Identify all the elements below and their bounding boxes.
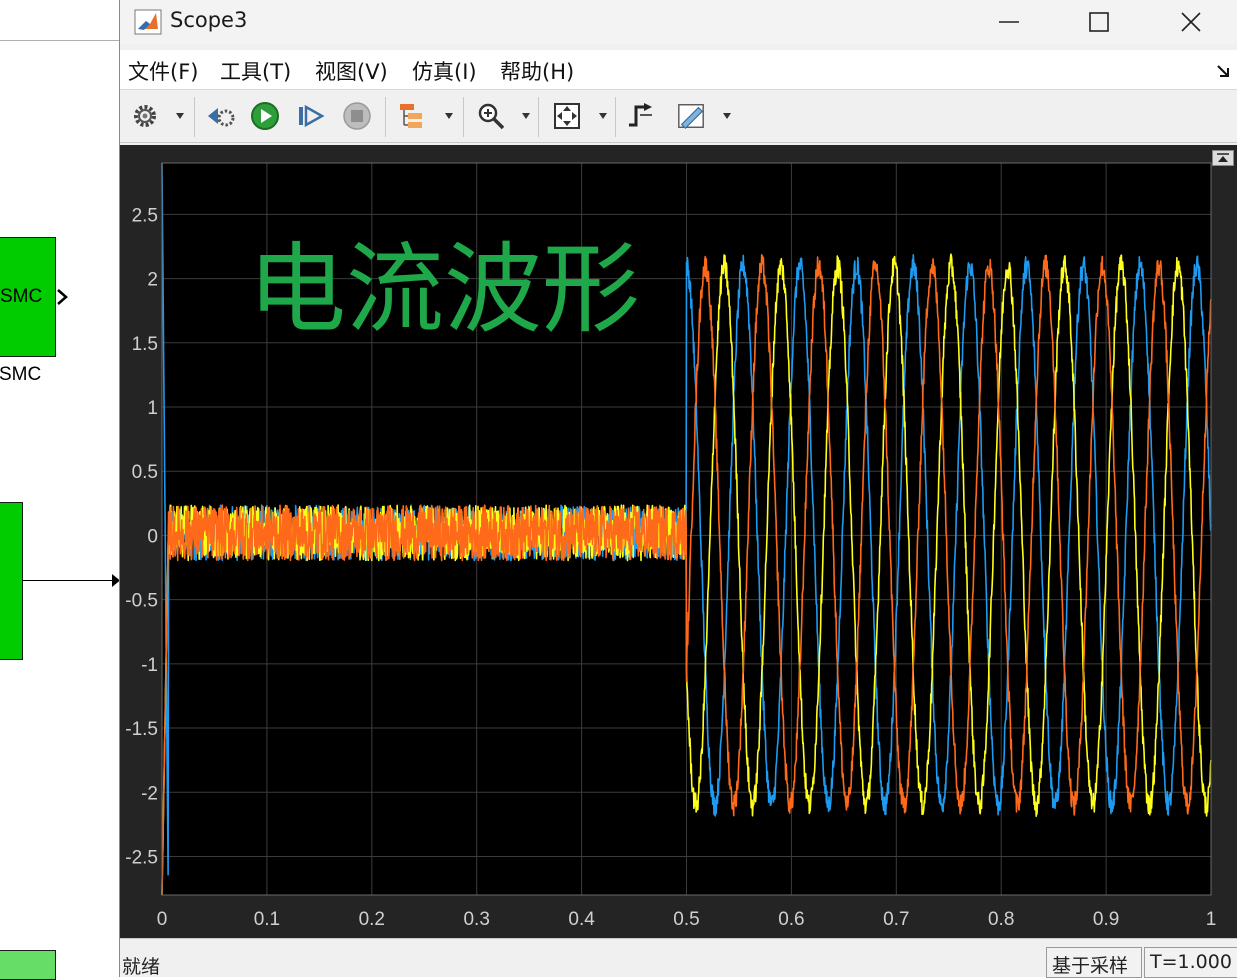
x-tick-label: 0.1: [254, 909, 280, 930]
minimize-button[interactable]: [986, 0, 1032, 44]
maximize-icon: [1089, 12, 1109, 32]
sampling-mode: 基于采样: [1046, 947, 1142, 978]
scope-display[interactable]: 0 0.1 0.2 0.3 0.4 0.5 0.6 0.7 0.8 0.9 1 2.5 2 1.5 1 0.5…: [120, 145, 1237, 938]
menu-bar: 文件(F) 工具(T) 视图(V) 仿真(I) 帮助(H): [120, 50, 1237, 90]
title-bar[interactable]: Scope3: [120, 0, 1237, 44]
step-back-icon: [208, 108, 235, 127]
scope-plot[interactable]: 0 0.1 0.2 0.3 0.4 0.5 0.6 0.7 0.8 0.9 1 2.5 2 1.5 1 0.5…: [120, 145, 1237, 938]
toolbar-separator: [463, 97, 464, 137]
zoom-in-button[interactable]: [476, 101, 506, 131]
x-tick-label: 0.7: [883, 909, 909, 930]
y-tick-label: 1: [147, 398, 158, 419]
expand-icon: [1217, 153, 1229, 162]
x-tick-label: 0.8: [988, 909, 1014, 930]
settings-button[interactable]: [130, 101, 160, 131]
plot-annotation: 电流波形: [248, 233, 640, 347]
x-tick-label: 1: [1206, 909, 1217, 930]
x-tick-label: 0.5: [673, 909, 699, 930]
x-tick-label: 0.4: [568, 909, 595, 930]
measurements-dropdown-icon[interactable]: [723, 113, 731, 119]
stop-button[interactable]: [342, 101, 372, 131]
status-text: 就绪: [122, 956, 161, 978]
y-tick-label: -1.5: [125, 719, 158, 740]
fit-to-view-icon: [554, 103, 580, 129]
x-tick-label: 0.9: [1093, 909, 1119, 930]
menu-tools[interactable]: 工具(T): [220, 56, 291, 86]
smc-block-label: SMC: [0, 286, 43, 307]
signal-dropdown-icon[interactable]: [445, 113, 453, 119]
scope-window: Scope3 文件(F) 工具(T) 视图(V) 仿真(I) 帮助(H) 0 0…: [119, 0, 1237, 978]
menu-simulation[interactable]: 仿真(I): [412, 56, 477, 86]
step-forward-icon: [299, 104, 325, 128]
canvas-divider: [0, 40, 119, 41]
x-tick-label: 0.3: [463, 909, 489, 930]
toolbar-separator: [538, 97, 539, 137]
signal-line[interactable]: [23, 580, 119, 581]
fit-to-view-button[interactable]: [552, 101, 582, 131]
y-tick-label: 2: [147, 270, 158, 291]
fit-dropdown-icon[interactable]: [599, 113, 607, 119]
y-tick-label: 0: [147, 526, 158, 547]
window-title: Scope3: [170, 8, 248, 32]
measurements-icon: [678, 104, 704, 129]
settings-dropdown-icon[interactable]: [176, 113, 184, 119]
expand-toolstrip-button[interactable]: [1212, 150, 1234, 166]
minimize-icon: [999, 21, 1019, 23]
step-back-button[interactable]: [206, 101, 236, 131]
simulation-time: T=1.000: [1144, 947, 1237, 978]
model-canvas: SMC SMC: [0, 0, 120, 980]
menu-file[interactable]: 文件(F): [128, 56, 198, 86]
matlab-icon: [134, 9, 162, 35]
toolbar-separator: [615, 97, 616, 137]
toolbar: [120, 91, 1237, 143]
stop-icon: [343, 102, 371, 130]
status-bar: 就绪 基于采样 T=1.000: [120, 938, 1237, 978]
settings-icon: [134, 105, 156, 127]
zoom-dropdown-icon[interactable]: [522, 113, 530, 119]
smc-block[interactable]: SMC: [0, 237, 56, 357]
subsystem-block[interactable]: [0, 502, 23, 660]
signal-hierarchy-icon: [400, 104, 422, 128]
toolbar-separator: [194, 97, 195, 137]
y-tick-label: -0.5: [125, 591, 158, 612]
y-tick-label: 1.5: [132, 334, 158, 355]
measurements-button[interactable]: [676, 101, 706, 131]
menu-view[interactable]: 视图(V): [315, 56, 388, 86]
x-tick-label: 0.2: [359, 909, 385, 930]
x-tick-label: 0.6: [778, 909, 804, 930]
close-icon: [1181, 12, 1201, 32]
toolbar-separator: [385, 97, 386, 137]
y-tick-label: -1: [141, 655, 158, 676]
run-icon: [251, 102, 279, 130]
y-tick-label: 2.5: [132, 205, 158, 226]
y-tick-label: 0.5: [132, 462, 158, 483]
zoom-in-icon: [478, 103, 505, 130]
y-tick-label: -2: [141, 783, 158, 804]
menu-help[interactable]: 帮助(H): [500, 56, 574, 86]
close-button[interactable]: [1168, 0, 1214, 44]
output-port-icon: [57, 289, 68, 305]
signal-hierarchy-button[interactable]: [398, 101, 428, 131]
step-forward-button[interactable]: [296, 101, 326, 131]
dock-icon[interactable]: [1216, 64, 1230, 78]
smc-block-name: SMC: [0, 364, 42, 385]
x-tick-label: 0: [157, 909, 168, 930]
triggers-icon: [629, 103, 652, 127]
y-tick-label: -2.5: [125, 847, 158, 868]
run-button[interactable]: [250, 101, 280, 131]
maximize-button[interactable]: [1076, 0, 1122, 44]
bottom-block[interactable]: [0, 950, 56, 980]
triggers-button[interactable]: [626, 101, 656, 131]
